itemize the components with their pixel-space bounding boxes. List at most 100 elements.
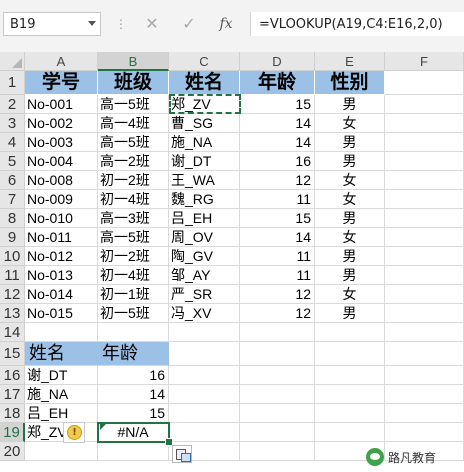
grid-cell[interactable]	[169, 342, 240, 366]
row-header-13[interactable]: 13	[0, 304, 25, 323]
grid-cell[interactable]	[385, 304, 464, 323]
table-cell[interactable]: 男	[315, 247, 385, 266]
lookup-age-cell[interactable]: 16	[98, 366, 169, 385]
table-cell[interactable]: 男	[315, 304, 385, 323]
row-header-14[interactable]: 14	[0, 323, 25, 342]
row-header-6[interactable]: 6	[0, 171, 25, 190]
grid-cell[interactable]	[240, 323, 315, 342]
grid-cell[interactable]	[385, 133, 464, 152]
row-header-18[interactable]: 18	[0, 404, 25, 423]
table-cell[interactable]: No-009	[25, 190, 98, 209]
table-cell[interactable]: No-011	[25, 228, 98, 247]
table-cell[interactable]: 男	[315, 209, 385, 228]
table-cell[interactable]: No-010	[25, 209, 98, 228]
table-cell[interactable]: 12	[240, 171, 315, 190]
grid-cell[interactable]	[385, 404, 464, 423]
column-header-b[interactable]: B	[98, 52, 169, 71]
table-cell[interactable]: 女	[315, 228, 385, 247]
table-cell[interactable]: 12	[240, 285, 315, 304]
chevron-down-icon[interactable]	[88, 21, 96, 26]
grid-cell[interactable]	[385, 247, 464, 266]
table-cell[interactable]: 15	[240, 95, 315, 114]
table-cell[interactable]: 高一5班	[98, 228, 169, 247]
table-cell[interactable]: 吕_EH	[169, 209, 240, 228]
table-cell[interactable]: 女	[315, 171, 385, 190]
table-cell[interactable]: No-012	[25, 247, 98, 266]
grid-cell[interactable]	[169, 404, 240, 423]
table-cell[interactable]: 男	[315, 95, 385, 114]
grid-cell[interactable]	[240, 366, 315, 385]
column-header-e[interactable]: E	[315, 52, 385, 71]
row-header-8[interactable]: 8	[0, 209, 25, 228]
grid-cell[interactable]	[25, 323, 98, 342]
table-cell[interactable]: 魏_RG	[169, 190, 240, 209]
table-cell[interactable]: 郑_ZV	[169, 95, 240, 114]
table-cell[interactable]: 周_OV	[169, 228, 240, 247]
table-cell[interactable]: 高一5班	[98, 95, 169, 114]
table-cell[interactable]: No-004	[25, 152, 98, 171]
table-cell[interactable]: No-013	[25, 266, 98, 285]
table-cell[interactable]: No-014	[25, 285, 98, 304]
lookup-age-cell[interactable]: #N/A	[98, 423, 169, 442]
lookup-name-cell[interactable]: 谢_DT	[25, 366, 98, 385]
row-header-12[interactable]: 12	[0, 285, 25, 304]
table-cell[interactable]: 女	[315, 114, 385, 133]
table-header-cell[interactable]: 姓名	[169, 71, 240, 95]
column-header-c[interactable]: C	[169, 52, 240, 71]
grid-cell[interactable]	[385, 323, 464, 342]
row-header-11[interactable]: 11	[0, 266, 25, 285]
table-cell[interactable]: 陶_GV	[169, 247, 240, 266]
grid-cell[interactable]	[240, 442, 315, 461]
grid-cell[interactable]	[385, 95, 464, 114]
grid-cell[interactable]	[169, 366, 240, 385]
select-all-button[interactable]	[0, 52, 25, 71]
grid-cell[interactable]	[240, 385, 315, 404]
row-header-15[interactable]: 15	[0, 342, 25, 366]
grid-cell[interactable]	[240, 404, 315, 423]
grid-cell[interactable]	[385, 366, 464, 385]
table-cell[interactable]: 初一4班	[98, 190, 169, 209]
grid-cell[interactable]	[315, 385, 385, 404]
table-cell[interactable]: No-002	[25, 114, 98, 133]
grid-cell[interactable]	[385, 209, 464, 228]
table-cell[interactable]: 高一5班	[98, 133, 169, 152]
drag-handle-icon[interactable]: ⋮	[115, 17, 127, 31]
table-cell[interactable]: 男	[315, 266, 385, 285]
table-cell[interactable]: No-015	[25, 304, 98, 323]
grid-cell[interactable]	[25, 442, 98, 461]
grid-cell[interactable]	[315, 342, 385, 366]
cancel-button[interactable]: ✕	[140, 12, 164, 36]
table-cell[interactable]: 高一4班	[98, 114, 169, 133]
lookup-age-cell[interactable]: 14	[98, 385, 169, 404]
table-cell[interactable]: No-008	[25, 171, 98, 190]
formula-input[interactable]: =VLOOKUP(A19,C4:E16,2,0)	[250, 12, 464, 36]
table-cell[interactable]: 女	[315, 190, 385, 209]
error-options-button[interactable]: !	[63, 422, 85, 443]
table-cell[interactable]: 初一4班	[98, 266, 169, 285]
table-cell[interactable]: 初一2班	[98, 171, 169, 190]
row-header-3[interactable]: 3	[0, 114, 25, 133]
grid-cell[interactable]	[385, 342, 464, 366]
grid-cell[interactable]	[98, 442, 169, 461]
grid-cell[interactable]	[169, 323, 240, 342]
row-header-20[interactable]: 20	[0, 442, 25, 461]
row-header-4[interactable]: 4	[0, 133, 25, 152]
table-cell[interactable]: 14	[240, 228, 315, 247]
paste-options-button[interactable]	[172, 445, 192, 463]
table-cell[interactable]: 施_NA	[169, 133, 240, 152]
grid-cell[interactable]	[385, 266, 464, 285]
worksheet-grid[interactable]: ABCDEF 1 2 3 4 5 6 7 8 9 10 11 12 13 14 15 16 17 18 19 20 学…	[0, 52, 464, 472]
table-cell[interactable]: 高一3班	[98, 209, 169, 228]
grid-cell[interactable]	[385, 285, 464, 304]
grid-cell[interactable]	[385, 171, 464, 190]
row-header-1[interactable]: 1	[0, 71, 25, 95]
grid-cell[interactable]	[385, 114, 464, 133]
table-cell[interactable]: 11	[240, 247, 315, 266]
table-header-cell[interactable]: 年龄	[240, 71, 315, 95]
table-cell[interactable]: 男	[315, 133, 385, 152]
table-header-cell[interactable]: 性别	[315, 71, 385, 95]
table-cell[interactable]: 初一1班	[98, 285, 169, 304]
column-header-f[interactable]: F	[385, 52, 464, 71]
lookup-header-cell[interactable]: 姓名	[25, 342, 98, 366]
row-header-17[interactable]: 17	[0, 385, 25, 404]
